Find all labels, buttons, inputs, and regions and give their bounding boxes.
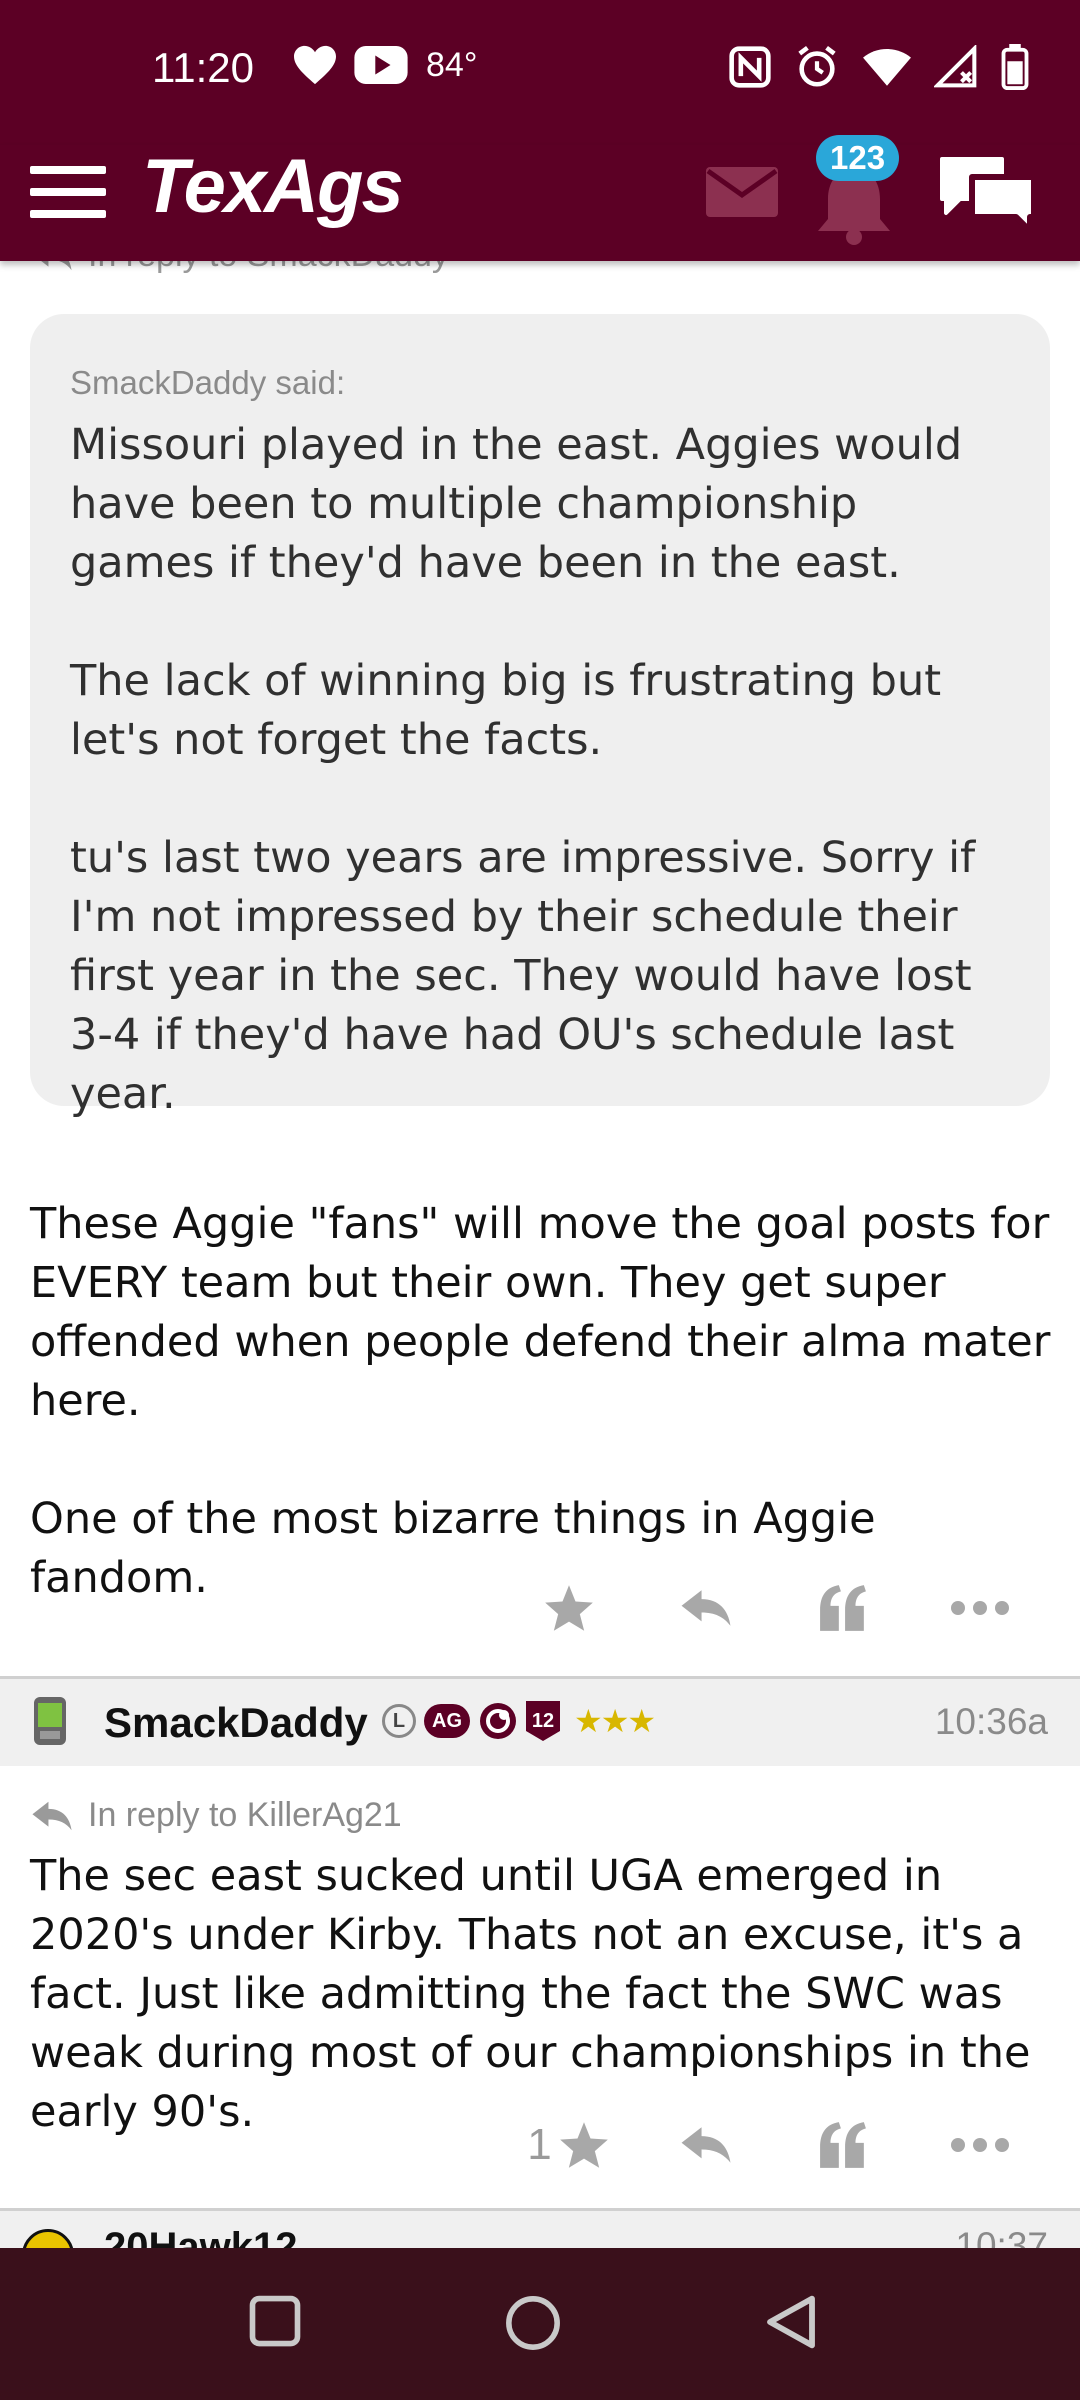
post-header: SmackDaddy L AG 12 ★★★ 10:36a xyxy=(0,1676,1080,1766)
star-icon xyxy=(544,1585,593,1631)
quote-author: SmackDaddy said: xyxy=(70,364,346,401)
user-badges: L AG 12 ★★★ xyxy=(382,1701,656,1741)
chat-icon[interactable] xyxy=(936,151,1040,237)
more-button[interactable] xyxy=(911,1600,1048,1616)
reply-button[interactable] xyxy=(637,1588,774,1628)
star-icon xyxy=(559,2122,608,2168)
ag-badge: AG xyxy=(424,1704,470,1738)
app-header: TexAgs 123 xyxy=(0,135,1080,261)
wifi-icon xyxy=(863,49,911,86)
rating-stars: ★★★ xyxy=(574,1702,656,1740)
nfc-icon xyxy=(729,46,771,88)
star-count: 1 xyxy=(527,2120,552,2169)
alarm-icon xyxy=(798,45,836,87)
twelfth-man-badge: 12 xyxy=(526,1701,560,1741)
reply-icon xyxy=(681,2127,730,2163)
aggie-ring-icon xyxy=(480,1703,516,1739)
post-header: 20Hawk12 10:37 xyxy=(0,2208,1080,2251)
notification-badge[interactable]: 123 xyxy=(816,135,900,181)
post-paragraph: These Aggie "fans" will move the goal po… xyxy=(30,1199,1051,1426)
status-time: 11:20 xyxy=(152,44,254,91)
quoted-post: SmackDaddy said: Missouri played in the … xyxy=(30,314,1050,1119)
username[interactable]: SmackDaddy xyxy=(104,1699,368,1747)
quote-icon xyxy=(819,2122,866,2168)
phone-avatar-icon[interactable] xyxy=(30,1693,70,1749)
mail-icon[interactable] xyxy=(706,167,778,217)
home-icon[interactable] xyxy=(504,2294,562,2352)
status-temperature: 84° xyxy=(426,45,478,84)
battery-icon xyxy=(1001,44,1029,90)
reply-indicator[interactable]: In reply to KillerAg21 xyxy=(30,1796,402,1835)
menu-icon[interactable] xyxy=(30,159,106,219)
quote-paragraph: tu's last two years are impressive. Sorr… xyxy=(70,833,976,1119)
reply-icon xyxy=(681,1590,730,1626)
quote-icon xyxy=(819,1585,866,1631)
texags-logo[interactable]: TexAgs xyxy=(142,143,404,230)
reply-label: In reply to KillerAg21 xyxy=(88,1796,402,1834)
quote-body: Missouri played in the east. Aggies woul… xyxy=(70,416,1010,1124)
signal-icon xyxy=(934,45,977,88)
quote-paragraph: The lack of winning big is frustrating b… xyxy=(70,656,942,765)
more-icon xyxy=(950,1601,1009,1615)
quote-button[interactable] xyxy=(774,2122,911,2168)
more-icon xyxy=(950,2138,1009,2152)
youtube-icon xyxy=(354,46,408,84)
quote-button[interactable] xyxy=(774,1585,911,1631)
post-body: The sec east sucked until UGA emerged in… xyxy=(30,1847,1060,2142)
more-button[interactable] xyxy=(911,2137,1048,2153)
heart-icon xyxy=(294,45,336,85)
post-time: 10:36a xyxy=(934,1701,1048,1742)
star-button[interactable]: 1 xyxy=(500,2120,637,2170)
post-actions: 1 xyxy=(500,2110,1048,2180)
quote-paragraph: Missouri played in the east. Aggies woul… xyxy=(70,420,963,588)
reply-icon xyxy=(32,1801,72,1830)
star-button[interactable] xyxy=(500,1583,637,1633)
post-actions xyxy=(500,1573,1048,1643)
recents-icon[interactable] xyxy=(248,2294,302,2348)
status-bar: 11:20 84° xyxy=(0,0,1080,145)
post-paragraph: The sec east sucked until UGA emerged in… xyxy=(30,1851,1031,2137)
lifetime-badge: L xyxy=(382,1704,416,1738)
reply-button[interactable] xyxy=(637,2125,774,2165)
post-body: These Aggie "fans" will move the goal po… xyxy=(30,1195,1060,1608)
back-icon[interactable] xyxy=(764,2294,818,2350)
system-nav-bar xyxy=(0,2248,1080,2400)
